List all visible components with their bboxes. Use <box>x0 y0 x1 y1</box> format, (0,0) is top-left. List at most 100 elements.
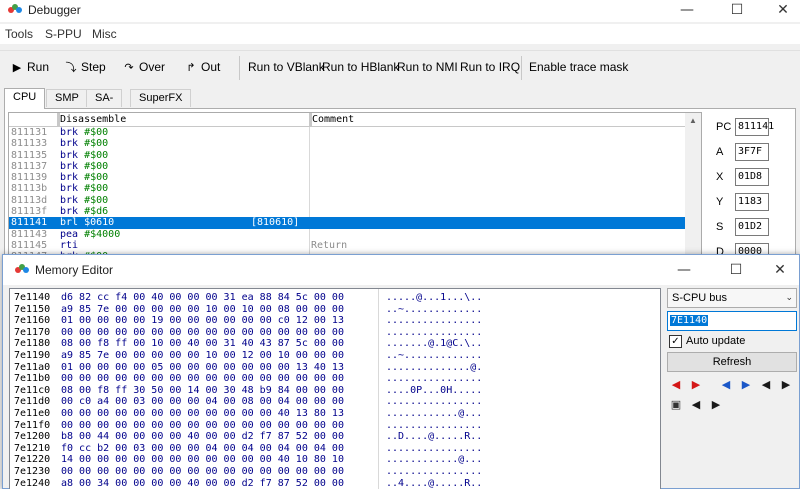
branch-target: [810610] <box>251 217 300 229</box>
disassembly-list[interactable]: Disassemble Comment 811131 brk #$00 811133… <box>8 112 702 262</box>
menu-tools[interactable]: Tools <box>5 27 33 41</box>
register-value-field[interactable]: 1183 <box>735 193 769 211</box>
instruction-address: 811143 <box>11 228 48 240</box>
hex-row-ascii: ................ <box>386 396 483 408</box>
hex-row-ascii: ................ <box>386 419 483 431</box>
instruction-mnemonic: brk <box>60 149 79 161</box>
hex-row-bytes[interactable]: 14 00 00 00 00 00 00 00 00 00 00 00 40 1… <box>61 454 344 466</box>
step-button[interactable]: ⤵ Step <box>64 58 106 76</box>
next-byte-icon[interactable]: ▶ <box>779 378 793 392</box>
instruction-operand: #$00 <box>84 149 109 161</box>
hex-row-bytes[interactable]: 08 00 f8 ff 30 50 00 14 00 30 48 b9 84 0… <box>61 385 344 397</box>
run-to-hblank-button[interactable]: Run to HBlank <box>322 58 399 76</box>
disassembly-row[interactable]: 811131 brk #$00 <box>9 127 687 138</box>
register-value-field[interactable]: 01D2 <box>735 218 769 236</box>
tab-smp[interactable]: SMP <box>46 89 88 107</box>
hex-row-address: 7e1170 <box>14 326 51 338</box>
disassembly-row[interactable]: 81113b brk #$00 <box>9 183 687 194</box>
hex-row-bytes[interactable]: 08 00 f8 ff 00 10 00 40 00 31 40 43 87 5… <box>61 338 344 350</box>
refresh-button[interactable]: Refresh <box>667 352 797 372</box>
instruction: rti <box>60 240 78 251</box>
export-icon[interactable]: ▣ <box>669 398 683 412</box>
instruction-operand: #$00 <box>84 138 109 150</box>
minimize-icon[interactable]: — <box>664 0 710 20</box>
auto-update-checkbox[interactable]: ✓ Auto update <box>669 334 795 350</box>
tab-cpu[interactable]: CPU <box>4 88 46 109</box>
hex-row-ascii: ................ <box>386 466 483 477</box>
register-value-field[interactable]: 01D8 <box>735 168 769 186</box>
previous-row-blue-icon[interactable]: ◀ <box>719 378 733 392</box>
disassembly-row[interactable]: 811135 brk #$00 <box>9 150 687 161</box>
out-button[interactable]: ↱ Out <box>184 58 220 76</box>
disassembly-row[interactable]: 811133 brk #$00 <box>9 138 687 149</box>
hex-row-bytes[interactable]: a9 85 7e 00 00 00 00 00 10 00 12 00 10 0… <box>61 350 344 362</box>
hex-row-bytes[interactable]: 00 c0 a4 00 03 00 00 00 04 00 08 00 04 0… <box>61 396 344 408</box>
disassembly-row[interactable]: 811137 brk #$00 <box>9 161 687 172</box>
checkmark-icon[interactable]: ✓ <box>669 335 682 348</box>
tab-sa-1[interactable]: SA-1 <box>86 89 123 121</box>
hex-row-bytes[interactable]: b8 00 44 00 00 00 00 40 00 00 d2 f7 87 5… <box>61 431 344 443</box>
hex-row-ascii: .......@.1@C.\.. <box>386 338 483 350</box>
memory-editor-title: Memory Editor <box>35 263 114 277</box>
hex-dump-view[interactable]: 7e1140 d6 82 cc f4 00 40 00 00 00 31 ea 8… <box>9 288 661 489</box>
disassembly-scrollbar[interactable]: ▲ <box>685 113 701 261</box>
disassembly-row[interactable]: 811145 rti Return <box>9 240 687 251</box>
tab-superfx[interactable]: SuperFX <box>130 89 192 107</box>
disassembly-row[interactable]: 81113d brk #$00 <box>9 195 687 206</box>
instruction-address: 81113f <box>11 206 48 218</box>
menu-misc[interactable]: Misc <box>92 27 117 41</box>
maximize-icon[interactable]: ☐ <box>714 0 760 20</box>
hex-row-bytes[interactable]: a9 85 7e 00 00 00 00 00 10 00 10 00 08 0… <box>61 304 344 316</box>
hex-row-bytes[interactable]: 00 00 00 00 00 00 00 00 00 00 00 00 00 0… <box>61 373 344 385</box>
next-page-red-icon[interactable]: ▶ <box>689 378 703 392</box>
next-icon[interactable]: ▶ <box>709 398 723 412</box>
run-to-vblank-button[interactable]: Run to VBlank <box>248 58 325 76</box>
hex-row-address: 7e1150 <box>14 303 51 315</box>
run-to-nmi-button[interactable]: Run to NMI <box>397 58 458 76</box>
hex-row-address: 7e1180 <box>14 338 51 350</box>
over-button[interactable]: ↷ Over <box>122 58 165 76</box>
disassembly-row[interactable]: 811143 pea #$4000 <box>9 229 687 240</box>
instruction-address: 811145 <box>11 239 48 251</box>
hex-row-ascii: ....0P...0H..... <box>386 384 483 396</box>
hex-row-bytes[interactable]: a8 00 34 00 00 00 00 40 00 00 d2 f7 87 5… <box>61 478 344 489</box>
hex-row-bytes[interactable]: 01 00 00 00 00 05 00 00 00 00 00 00 00 1… <box>61 362 344 374</box>
hex-row-ascii: ..~............. <box>386 350 483 361</box>
address-input[interactable]: 7E1140 <box>667 311 797 331</box>
next-row-blue-icon[interactable]: ▶ <box>739 378 753 392</box>
hex-row-bytes[interactable]: d6 82 cc f4 00 40 00 00 00 31 ea 88 84 5… <box>61 292 344 304</box>
hex-ascii-divider <box>378 289 379 489</box>
menu-s-ppu[interactable]: S-PPU <box>45 27 82 41</box>
minimize-icon[interactable]: — <box>661 259 707 281</box>
disassembly-row[interactable]: 81113f brk #$d6 <box>9 206 687 217</box>
close-icon[interactable]: ✕ <box>760 0 800 20</box>
previous-byte-icon[interactable]: ◀ <box>759 378 773 392</box>
hex-row-ascii: ..............@. <box>386 361 483 373</box>
hex-row-bytes[interactable]: 00 00 00 00 00 00 00 00 00 00 00 00 00 0… <box>61 420 344 432</box>
maximize-icon[interactable]: ☐ <box>713 259 759 281</box>
disassembly-row-selected[interactable]: 811141 brl $0610 [810610] <box>9 217 687 229</box>
disassembly-row[interactable]: 811139 brk #$00 <box>9 172 687 183</box>
instruction: brk #$00 <box>60 127 108 138</box>
disassemble-column-header[interactable]: Disassemble <box>57 113 309 127</box>
scroll-up-icon[interactable]: ▲ <box>685 113 701 129</box>
hex-row-address: 7e1190 <box>14 350 51 361</box>
hex-row-address: 7e11f0 <box>14 419 51 431</box>
comment-column-header[interactable]: Comment <box>309 113 687 127</box>
register-value-field[interactable]: 811141 <box>735 118 774 136</box>
instruction-mnemonic: brk <box>60 172 79 184</box>
previous-page-red-icon[interactable]: ◀ <box>669 378 683 392</box>
run-to-irq-button[interactable]: Run to IRQ <box>460 58 520 76</box>
register-value-field[interactable]: 3F7F <box>735 143 769 161</box>
enable-trace-mask-button[interactable]: Enable trace mask <box>529 58 628 76</box>
hex-row-bytes[interactable]: 00 00 00 00 00 00 00 00 00 00 00 00 40 1… <box>61 408 344 420</box>
run-button[interactable]: ▶ Run <box>10 58 49 76</box>
hex-row-bytes[interactable]: f0 cc b2 00 03 00 00 00 04 00 04 00 04 0… <box>61 443 344 455</box>
previous-icon[interactable]: ◀ <box>689 398 703 412</box>
register-pc: PC 811141 <box>710 118 796 137</box>
hex-row-bytes[interactable]: 00 00 00 00 00 00 00 00 00 00 00 00 00 0… <box>61 327 344 339</box>
bus-select[interactable]: S-CPU bus ⌄ <box>667 288 797 308</box>
hex-row-bytes[interactable]: 00 00 00 00 00 00 00 00 00 00 00 00 00 0… <box>61 466 344 478</box>
hex-row-bytes[interactable]: 01 00 00 00 00 19 00 00 00 00 00 00 c0 1… <box>61 315 344 327</box>
close-icon[interactable]: ✕ <box>757 259 800 281</box>
